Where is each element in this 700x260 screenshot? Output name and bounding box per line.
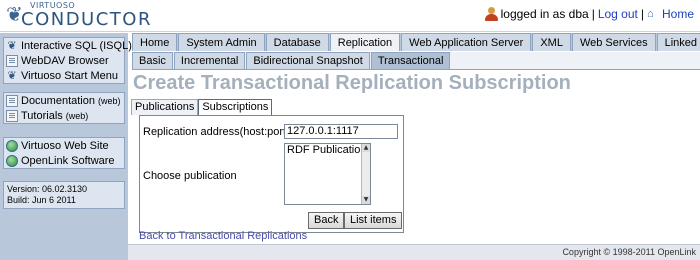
- content-tabs: Publications Subscriptions: [131, 99, 273, 115]
- replication-address-input[interactable]: 127.0.0.1:1117: [284, 124, 398, 139]
- listbox-scrollbar[interactable]: ▲ ▼: [361, 144, 370, 204]
- home-link[interactable]: Home: [662, 7, 694, 21]
- publication-label: Choose publication: [143, 170, 237, 182]
- sidebar-item-label: Interactive SQL (ISQL): [21, 39, 132, 52]
- sidebar-item-webdav[interactable]: WebDAV Browser: [4, 53, 124, 68]
- subtab-incremental[interactable]: Incremental: [173, 52, 246, 69]
- publication-listbox[interactable]: RDF Publication ▲ ▼: [284, 143, 371, 205]
- web-suffix: (web): [65, 110, 89, 121]
- copyright-text: Copyright © 1998-2011 OpenLink: [562, 247, 696, 257]
- address-label: Replication address(host:port): [143, 126, 290, 138]
- sidebar-item-virtuoso-site[interactable]: Virtuoso Web Site: [4, 138, 124, 153]
- tab-home[interactable]: Home: [132, 33, 178, 51]
- publication-option[interactable]: RDF Publication: [285, 144, 370, 157]
- user-bar: logged in as dba | Log out | ⌂ Home: [484, 7, 694, 21]
- tab-subscriptions[interactable]: Subscriptions: [198, 99, 273, 115]
- scroll-down-icon[interactable]: ▼: [362, 196, 370, 204]
- version-info: Version: 06.02.3130 Build: Jun 6 2011: [3, 181, 125, 209]
- sub-tabs: Basic Incremental Bidirectional Snapshot…: [132, 52, 700, 70]
- page-title: Create Transactional Replication Subscri…: [133, 72, 571, 94]
- sidebar-item-openlink[interactable]: OpenLink Software: [4, 153, 124, 168]
- list-items-button[interactable]: List items: [344, 212, 403, 229]
- page-icon: [6, 54, 18, 67]
- sidebar-group-tools: ❦ Interactive SQL (ISQL) WebDAV Browser ❦…: [3, 37, 132, 84]
- back-button[interactable]: Back: [308, 212, 345, 229]
- virtuoso-conductor-logo[interactable]: ❦ VIRTUOSO CONDUCTOR: [6, 1, 166, 31]
- sidebar-item-label: OpenLink Software: [21, 154, 115, 167]
- document-icon: [6, 94, 18, 107]
- version-text: Version: 06.02.3130: [7, 184, 88, 194]
- sidebar-item-tutorials[interactable]: Tutorials (web): [4, 108, 124, 123]
- tab-web-services[interactable]: Web Services: [571, 33, 656, 51]
- subscription-form: Replication address(host:port) 127.0.0.1…: [139, 115, 404, 233]
- sidebar-item-start-menu[interactable]: ❦ Virtuoso Start Menu: [4, 68, 124, 83]
- sidebar: ❦ Interactive SQL (ISQL) WebDAV Browser ❦…: [0, 33, 132, 260]
- separator: |: [591, 7, 595, 21]
- tab-linked-data[interactable]: Linked Data: [656, 33, 700, 51]
- logged-in-text: logged in as dba: [500, 7, 589, 21]
- tab-database[interactable]: Database: [265, 33, 329, 51]
- tab-system-admin[interactable]: System Admin: [178, 33, 265, 51]
- tab-publications[interactable]: Publications: [131, 99, 199, 115]
- sidebar-group-docs: Documentation (web) Tutorials (web): [3, 92, 125, 124]
- scroll-up-icon[interactable]: ▲: [362, 144, 370, 152]
- sidebar-item-label: Virtuoso Web Site: [21, 139, 109, 152]
- tab-xml[interactable]: XML: [532, 33, 571, 51]
- tab-web-application-server[interactable]: Web Application Server: [401, 33, 532, 51]
- globe-icon: [6, 139, 18, 152]
- globe-icon: [6, 154, 18, 167]
- header: ❦ VIRTUOSO CONDUCTOR logged in as dba | …: [0, 0, 700, 32]
- virtuoso-icon: ❦: [7, 69, 17, 82]
- sidebar-item-label: Virtuoso Start Menu: [21, 69, 119, 82]
- footer: Copyright © 1998-2011 OpenLink: [128, 244, 700, 260]
- back-to-transactional-replications-link[interactable]: Back to Transactional Replications: [139, 230, 307, 242]
- home-icon[interactable]: ⌂: [647, 8, 659, 20]
- build-text: Build: Jun 6 2011: [7, 195, 76, 205]
- sidebar-item-label: WebDAV Browser: [21, 54, 109, 67]
- web-suffix: (web): [98, 95, 121, 106]
- sidebar-item-isql[interactable]: ❦ Interactive SQL (ISQL): [4, 38, 131, 53]
- main-tabs: Home System Admin Database Replication W…: [132, 33, 700, 51]
- sidebar-item-documentation[interactable]: Documentation (web): [4, 93, 124, 108]
- logo-conductor-text: CONDUCTOR: [21, 9, 152, 30]
- subtab-bidirectional-snapshot[interactable]: Bidirectional Snapshot: [246, 52, 370, 69]
- tab-replication[interactable]: Replication: [329, 33, 401, 51]
- sidebar-item-label: Tutorials: [21, 109, 63, 122]
- sidebar-group-links: Virtuoso Web Site OpenLink Software: [3, 137, 125, 169]
- document-icon: [6, 109, 18, 122]
- subtab-transactional[interactable]: Transactional: [370, 52, 451, 69]
- virtuoso-icon: ❦: [7, 39, 17, 52]
- user-icon: [484, 7, 498, 21]
- subtab-basic[interactable]: Basic: [132, 52, 173, 69]
- separator: |: [640, 7, 644, 21]
- sidebar-item-label: Documentation: [21, 94, 95, 107]
- logout-link[interactable]: Log out: [598, 7, 638, 21]
